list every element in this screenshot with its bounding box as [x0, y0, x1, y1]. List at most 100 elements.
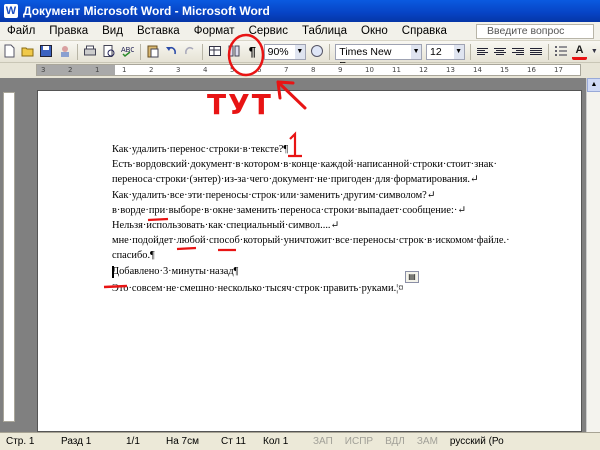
status-line: Ст 11 [221, 436, 246, 447]
align-right-icon[interactable] [511, 45, 525, 59]
status-trk[interactable]: ИСПР [339, 436, 379, 447]
menu-bar: Файл Правка Вид Вставка Формат Сервис Та… [0, 22, 600, 41]
svg-text:ABC: ABC [121, 47, 134, 54]
vertical-ruler[interactable] [3, 92, 15, 422]
font-size-value: 12 [430, 45, 442, 58]
ruler-tick-label: 11 [392, 66, 401, 74]
menu-format[interactable]: Формат [187, 25, 242, 37]
ruler-tick-label: 3 [41, 66, 46, 74]
ruler-tick-label: 1 [122, 66, 127, 74]
zoom-value: 90% [267, 45, 289, 58]
word-icon: W [4, 4, 18, 18]
status-pages: 1/1 [126, 436, 140, 447]
chevron-down-icon: ▼ [411, 44, 422, 59]
menu-window[interactable]: Окно [354, 25, 395, 37]
ruler-tick-label: 1 [95, 66, 100, 74]
vertical-scrollbar[interactable]: ▲ [586, 78, 600, 432]
toolbar-separator [469, 43, 471, 60]
font-size-select[interactable]: 12 ▼ [426, 43, 465, 60]
columns-icon[interactable] [227, 44, 242, 60]
doc-line: Нельзя·использовать·как·специальный·симв… [112, 220, 340, 232]
document-text[interactable]: Как·удалить·перенос·строки·в·тексте?¶ Ес… [112, 142, 577, 296]
status-column: Кол 1 [263, 436, 289, 447]
ruler-margin [37, 65, 115, 75]
menu-insert[interactable]: Вставка [130, 25, 187, 37]
align-left-icon[interactable] [476, 45, 490, 59]
redo-icon[interactable] [183, 44, 198, 60]
status-section: Разд 1 [61, 436, 92, 447]
ruler-tick-label: 9 [338, 66, 343, 74]
title-bar: W Документ Microsoft Word - Microsoft Wo… [0, 0, 600, 22]
ruler-tick-label: 7 [284, 66, 289, 74]
show-formatting-marks-button[interactable]: ¶ [245, 44, 260, 60]
text-cursor [112, 266, 116, 278]
help-question-input[interactable]: Введите вопрос [476, 24, 594, 39]
status-page: Стр. 1 [6, 436, 35, 447]
tut-annotation-text: ТУТ [207, 88, 273, 121]
font-name-select[interactable]: Times New Roman ▼ [335, 43, 423, 72]
status-language: русский (Ро [449, 436, 504, 447]
ruler-tick-label: 12 [419, 66, 428, 74]
doc-line: Добавлено·3·минуты·назад¶ [112, 265, 239, 277]
help-icon[interactable] [310, 44, 325, 60]
ruler-tick-label: 6 [257, 66, 262, 74]
status-position: На 7см [166, 436, 199, 447]
status-ovr[interactable]: ЗАМ [411, 436, 444, 447]
undo-icon[interactable] [164, 44, 179, 60]
ruler-tick-label: 4 [203, 66, 208, 74]
ruler-area: 3 2 1 1 2 3 4 5 6 7 8 9 10 11 12 13 14 15 16 17 [0, 63, 600, 78]
zoom-select[interactable]: 90% ▼ [263, 43, 306, 60]
justify-icon[interactable] [529, 45, 543, 59]
doc-line: Как·удалить·все·эти·переносы·строк·или·з… [112, 189, 436, 201]
align-center-icon[interactable] [493, 45, 507, 59]
ruler-tick-label: 2 [68, 66, 73, 74]
doc-line: в·ворде·при·выборе·в·окне·заменить·перен… [112, 204, 467, 216]
status-bar: Стр. 1 Разд 1 1/1 На 7см Ст 11 Кол 1 ЗАП… [0, 432, 600, 450]
paste-options-icon[interactable]: ▤ [405, 271, 419, 283]
doc-line: Есть·вордовский·документ·в·котором·в·кон… [112, 159, 497, 171]
toolbar-separator [202, 43, 204, 60]
chevron-down-icon[interactable]: ▼ [591, 44, 598, 60]
doc-line: спасибо.¶ [112, 250, 155, 262]
status-rec[interactable]: ЗАП [307, 436, 339, 447]
toolbar: ABC ¶ 90% ▼ Times New Roman ▼ 12 ▼ A ▼ [0, 41, 600, 72]
new-document-icon[interactable] [2, 44, 17, 60]
menu-edit[interactable]: Правка [42, 25, 95, 37]
chevron-down-icon: ▼ [453, 44, 464, 59]
ruler-tick-label: 17 [554, 66, 563, 74]
list-icon[interactable] [554, 44, 569, 60]
menu-tools[interactable]: Сервис [242, 25, 295, 37]
toolbar-separator [547, 43, 549, 60]
open-folder-icon[interactable] [21, 44, 36, 60]
toolbar-separator [329, 43, 331, 60]
toolbar-separator [77, 43, 79, 60]
ruler-tick-label: 14 [473, 66, 482, 74]
ruler-tick-label: 10 [365, 66, 374, 74]
print-icon[interactable] [83, 44, 98, 60]
doc-line: Это·совсем·не·смешно·несколько·тысяч·стр… [112, 282, 404, 294]
horizontal-ruler[interactable]: 3 2 1 1 2 3 4 5 6 7 8 9 10 11 12 13 14 15 16 17 [36, 64, 581, 76]
menu-view[interactable]: Вид [95, 25, 130, 37]
save-icon[interactable] [39, 44, 54, 60]
menu-table[interactable]: Таблица [295, 25, 354, 37]
doc-line: мне·подойдет·любой·способ·который·уничто… [112, 235, 510, 247]
scroll-up-icon[interactable]: ▲ [587, 78, 600, 92]
permission-icon[interactable] [58, 44, 73, 60]
doc-line: Как·удалить·перенос·строки·в·тексте?¶ [112, 144, 289, 155]
table-icon[interactable] [208, 44, 223, 60]
ruler-tick-label: 13 [446, 66, 455, 74]
font-color-button[interactable]: A [572, 44, 587, 60]
ruler-tick-label: 16 [527, 66, 536, 74]
ruler-tick-label: 5 [230, 66, 235, 74]
doc-line: переноса·строки·(энтер)·из-за·чего·докум… [112, 174, 479, 186]
spelling-icon[interactable]: ABC [120, 44, 136, 60]
chevron-down-icon: ▼ [294, 44, 305, 59]
ruler-tick-label: 2 [149, 66, 154, 74]
menu-file[interactable]: Файл [0, 25, 42, 37]
ruler-tick-label: 3 [176, 66, 181, 74]
status-ext[interactable]: ВДЛ [379, 436, 411, 447]
print-preview-icon[interactable] [102, 44, 117, 60]
menu-help[interactable]: Справка [395, 25, 454, 37]
window-title: Документ Microsoft Word - Microsoft Word [23, 4, 270, 18]
paste-icon[interactable] [146, 44, 161, 60]
